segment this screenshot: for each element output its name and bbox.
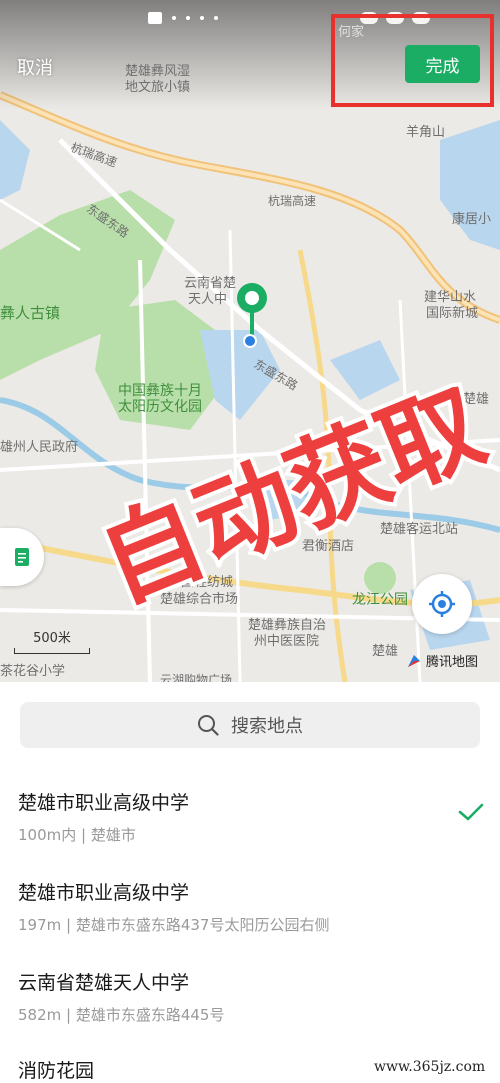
cancel-button[interactable]: 取消	[17, 54, 53, 80]
locate-icon	[429, 591, 455, 617]
map-label: 楚雄彝风湿	[125, 64, 191, 79]
message-icon	[148, 12, 162, 24]
highlight-box	[331, 14, 494, 107]
poi-name: 云南省楚雄天人中学	[18, 972, 190, 994]
map-label: 康居小	[452, 212, 492, 227]
poi-item[interactable]: 楚雄市职业高级中学 197m | 楚雄市东盛东路437号太阳历公园右侧	[0, 878, 500, 968]
poi-item[interactable]: 云南省楚雄天人中学 582m | 楚雄市东盛东路445号	[0, 968, 500, 1058]
map-label: 云南省楚	[184, 276, 237, 291]
poi-name: 消防花园	[18, 1060, 95, 1082]
map-label: 龙江公园	[352, 592, 408, 608]
map-attribution: 腾讯地图	[406, 651, 478, 670]
map-label: 国际新城	[426, 306, 479, 321]
map-label: 河楚雄	[450, 392, 490, 407]
site-watermark: www.365jz.com	[374, 1059, 486, 1075]
poi-name: 楚雄市职业高级中学	[18, 882, 190, 904]
map-label: 太阳历文化园	[118, 399, 202, 415]
attribution-label: 腾讯地图	[426, 655, 479, 670]
search-input[interactable]: 搜索地点	[20, 702, 480, 748]
more-icon	[214, 16, 218, 20]
scale-label: 500米	[33, 631, 71, 646]
poi-name: 楚雄市职业高级中学	[18, 792, 190, 814]
map-label: 楚雄彝族自治	[248, 618, 327, 633]
map-label: 君衡酒店	[302, 539, 355, 554]
map-label: 州中医医院	[254, 634, 320, 649]
checkmark-icon	[458, 803, 484, 821]
document-icon	[15, 548, 29, 566]
map-label: 中国彝族十月	[118, 383, 202, 399]
map-label: 云湖购物广场	[160, 673, 233, 682]
map-label: 楚雄客运北站	[380, 522, 459, 537]
tencent-map-logo-icon	[408, 654, 420, 667]
map-label: 楚雄综合市场	[160, 592, 239, 607]
location-pin-icon	[237, 283, 267, 348]
search-icon	[198, 715, 219, 736]
map-label: 建华山水	[424, 290, 477, 305]
map-label: 彝人古镇	[0, 304, 61, 322]
map-label: 中国轻纺城	[168, 575, 234, 590]
map-label: 茶花谷小学	[0, 664, 66, 679]
poi-address: 100m内 | 楚雄市	[18, 826, 136, 844]
status-bar-left	[148, 12, 218, 24]
poi-address: 582m | 楚雄市东盛东路445号	[18, 1006, 225, 1024]
road-label: 杭瑞高速	[268, 194, 317, 208]
map-view[interactable]: 楚雄彝风湿 地文旅小镇 羊角山 康居小 杭瑞高速 杭瑞高速 东盛东路 彝人古镇 …	[0, 0, 500, 682]
poi-item[interactable]: 楚雄市职业高级中学 100m内 | 楚雄市	[0, 788, 500, 878]
locate-button[interactable]	[412, 574, 472, 634]
search-placeholder: 搜索地点	[231, 716, 303, 737]
scale-bar	[14, 648, 90, 654]
more-icon	[200, 16, 204, 20]
poi-sheet: 搜索地点 楚雄市职业高级中学 100m内 | 楚雄市 楚雄市职业高级中学 197…	[0, 682, 500, 1083]
map-label: 地文旅小镇	[125, 80, 191, 95]
more-icon	[186, 16, 190, 20]
poi-address: 197m | 楚雄市东盛东路437号太阳历公园右侧	[18, 916, 330, 934]
signal-icon	[172, 16, 176, 20]
map-scale: 500米	[14, 627, 90, 654]
map-label: 楚雄	[372, 644, 399, 659]
map-label: 羊角山	[406, 125, 446, 140]
map-label: 天人中	[188, 292, 228, 307]
map-label: 雄州人民政府	[0, 440, 79, 455]
